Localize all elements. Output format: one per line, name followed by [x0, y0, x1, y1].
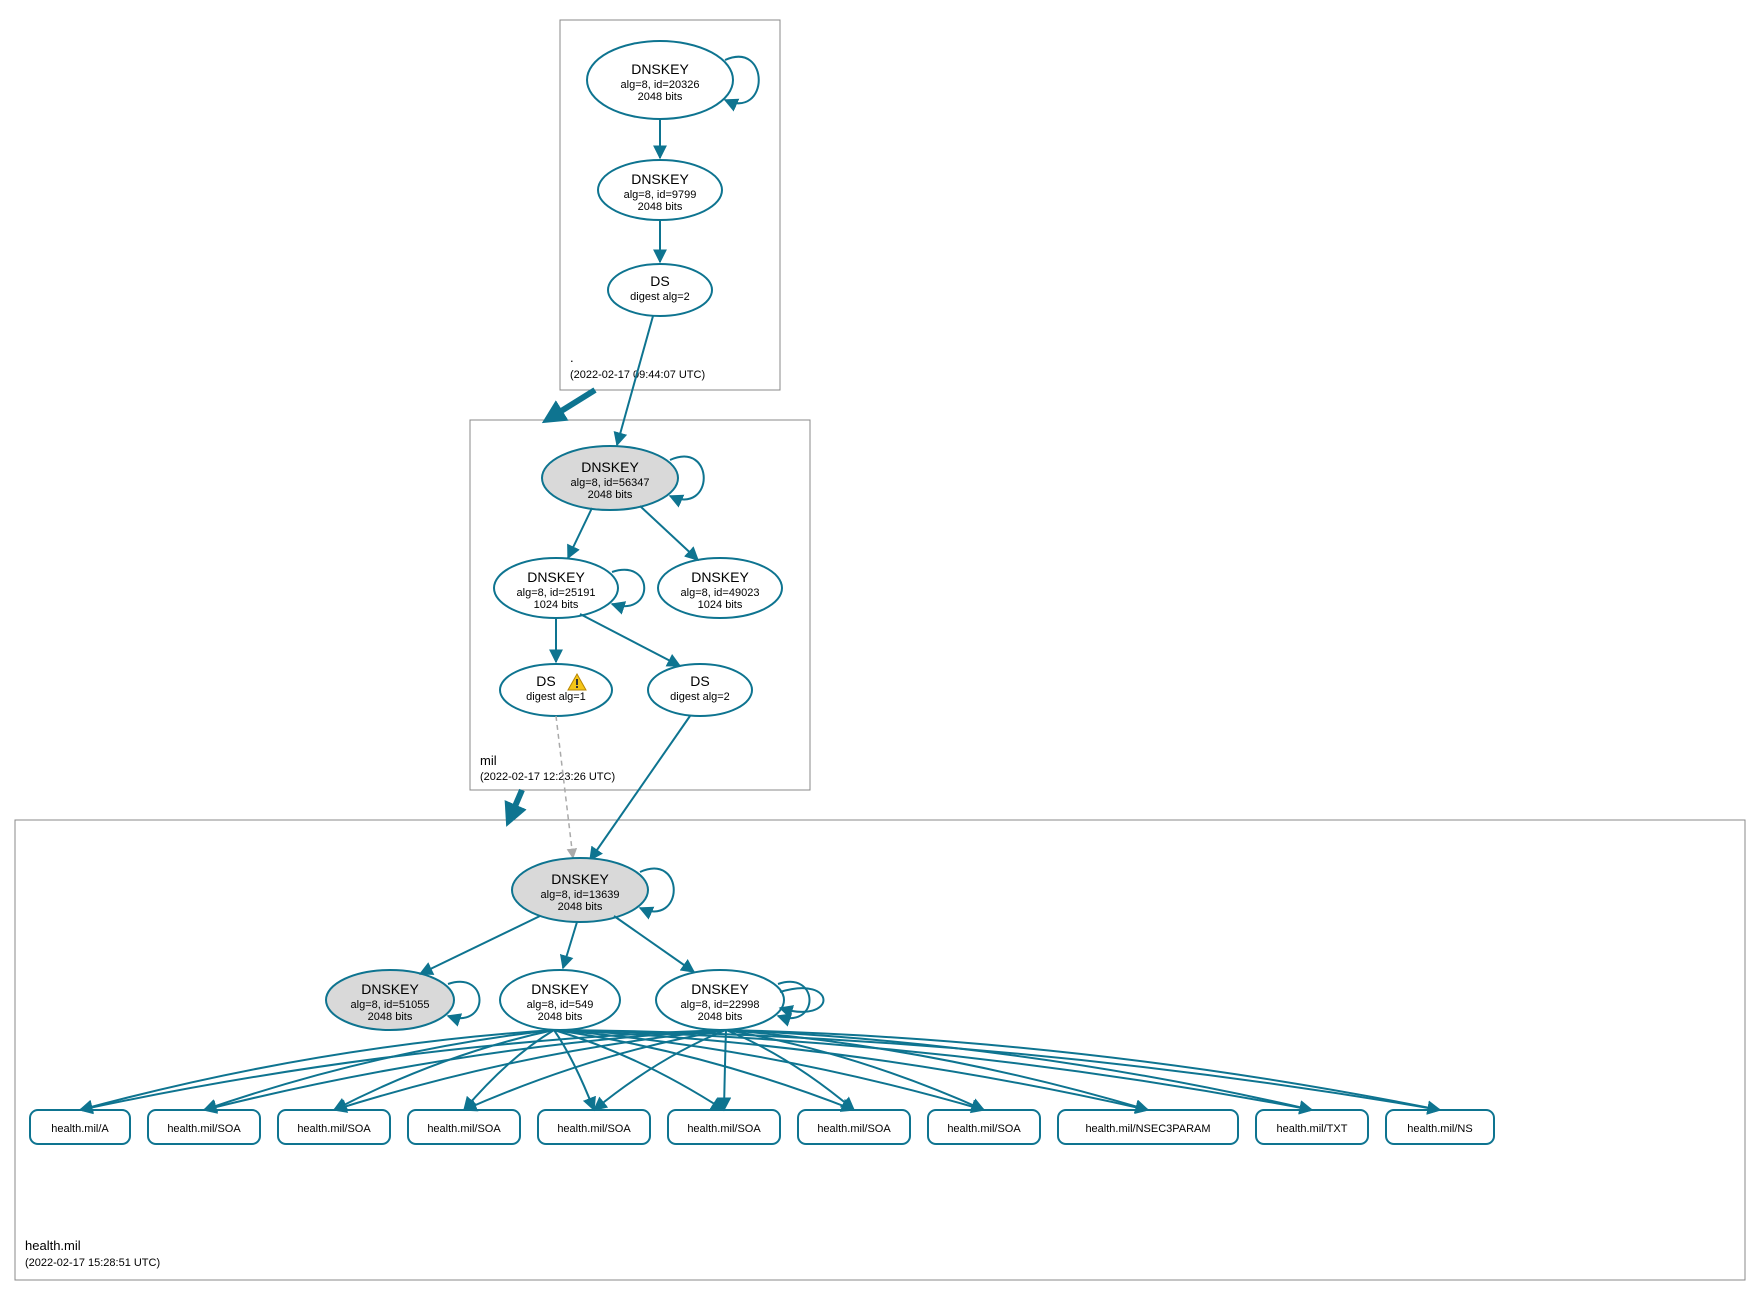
node-mil-ksk: DNSKEY alg=8, id=56347 2048 bits: [542, 446, 678, 510]
svg-text:DNSKEY: DNSKEY: [691, 569, 749, 585]
edge-mil-ds2-to-health-ksk: [590, 716, 690, 860]
svg-text:2048 bits: 2048 bits: [558, 901, 603, 913]
svg-text:DNSKEY: DNSKEY: [581, 459, 639, 475]
edge-mil-ksk-to-zsk: [568, 508, 592, 558]
svg-text:2048 bits: 2048 bits: [588, 489, 633, 501]
rrset-label-rr9: health.mil/TXT: [1277, 1123, 1348, 1135]
svg-text:DNSKEY: DNSKEY: [361, 981, 419, 997]
svg-text:2048 bits: 2048 bits: [538, 1011, 583, 1023]
rrset-label-rr7: health.mil/SOA: [947, 1123, 1021, 1135]
rrset-label-rr0: health.mil/A: [51, 1123, 109, 1135]
node-mil-ds2: DS digest alg=2: [648, 664, 752, 716]
svg-text:alg=8, id=20326: alg=8, id=20326: [621, 79, 700, 91]
svg-text:DS: DS: [536, 673, 555, 689]
edge-sign-zsk549-rr8: [554, 1030, 1148, 1110]
zone-label-root: .: [570, 350, 574, 365]
svg-text:digest alg=2: digest alg=2: [630, 291, 690, 303]
svg-text:DS: DS: [690, 673, 709, 689]
svg-text:alg=8, id=56347: alg=8, id=56347: [571, 477, 650, 489]
svg-text:DS: DS: [650, 273, 669, 289]
svg-text:digest alg=1: digest alg=1: [526, 691, 586, 703]
rrset-label-rr8: health.mil/NSEC3PARAM: [1085, 1123, 1210, 1135]
svg-text:DNSKEY: DNSKEY: [691, 981, 749, 997]
edge-zone-root-to-mil: [550, 390, 595, 418]
edge-sign-zsk549-rr7: [554, 1030, 984, 1110]
svg-text:alg=8, id=549: alg=8, id=549: [527, 999, 594, 1011]
edge-mil-ksk-to-zsk2: [640, 506, 698, 560]
edge-health-ksk-to-zsk1: [420, 916, 540, 974]
zone-label-mil: mil: [480, 753, 497, 768]
edge-mil-ds1-to-health-ksk: [556, 716, 573, 858]
svg-text:DNSKEY: DNSKEY: [527, 569, 585, 585]
svg-text:2048 bits: 2048 bits: [638, 201, 683, 213]
dnssec-graph: . (2022-02-17 09:44:07 UTC) mil (2022-02…: [0, 0, 1760, 1299]
svg-text:DNSKEY: DNSKEY: [631, 171, 689, 187]
zone-timestamp-health: (2022-02-17 15:28:51 UTC): [25, 1257, 160, 1269]
svg-text:DNSKEY: DNSKEY: [631, 61, 689, 77]
svg-text:1024 bits: 1024 bits: [534, 599, 579, 611]
edge-self-health-zsk3b: [780, 988, 824, 1012]
edge-health-ksk-to-zsk3: [614, 916, 694, 972]
node-root-ds: DS digest alg=2: [608, 264, 712, 316]
node-mil-ds1: DS digest alg=1: [500, 664, 612, 716]
node-mil-zsk2: DNSKEY alg=8, id=49023 1024 bits: [658, 558, 782, 618]
edge-zone-mil-to-health: [510, 790, 522, 818]
rrset-label-rr10: health.mil/NS: [1407, 1123, 1472, 1135]
node-health-zsk3: DNSKEY alg=8, id=22998 2048 bits: [656, 970, 784, 1030]
edge-health-ksk-to-zsk2: [563, 922, 577, 968]
rrset-label-rr6: health.mil/SOA: [817, 1123, 891, 1135]
node-health-ksk: DNSKEY alg=8, id=13639 2048 bits: [512, 858, 648, 922]
rrset-label-rr4: health.mil/SOA: [557, 1123, 631, 1135]
svg-text:1024 bits: 1024 bits: [698, 599, 743, 611]
zone-label-health: health.mil: [25, 1238, 81, 1253]
rrset-label-rr2: health.mil/SOA: [297, 1123, 371, 1135]
rrset-label-rr3: health.mil/SOA: [427, 1123, 501, 1135]
rrset-label-rr5: health.mil/SOA: [687, 1123, 761, 1135]
svg-text:alg=8, id=25191: alg=8, id=25191: [517, 587, 596, 599]
svg-text:digest alg=2: digest alg=2: [670, 691, 730, 703]
rrset-label-rr1: health.mil/SOA: [167, 1123, 241, 1135]
zone-timestamp-mil: (2022-02-17 12:23:26 UTC): [480, 771, 615, 783]
node-mil-zsk: DNSKEY alg=8, id=25191 1024 bits: [494, 558, 618, 618]
svg-text:2048 bits: 2048 bits: [638, 91, 683, 103]
svg-text:2048 bits: 2048 bits: [368, 1011, 413, 1023]
edge-mil-zsk-to-ds2: [580, 614, 680, 666]
node-health-zsk1: DNSKEY alg=8, id=51055 2048 bits: [326, 970, 454, 1030]
svg-text:alg=8, id=13639: alg=8, id=13639: [541, 889, 620, 901]
svg-text:alg=8, id=22998: alg=8, id=22998: [681, 999, 760, 1011]
svg-text:alg=8, id=49023: alg=8, id=49023: [681, 587, 760, 599]
svg-text:DNSKEY: DNSKEY: [551, 871, 609, 887]
node-health-zsk2: DNSKEY alg=8, id=549 2048 bits: [500, 970, 620, 1030]
node-root-zsk: DNSKEY alg=8, id=9799 2048 bits: [598, 160, 722, 220]
zone-box-health: [15, 820, 1745, 1280]
svg-text:2048 bits: 2048 bits: [698, 1011, 743, 1023]
svg-text:alg=8, id=9799: alg=8, id=9799: [624, 189, 697, 201]
node-root-ksk: DNSKEY alg=8, id=20326 2048 bits: [587, 41, 733, 119]
svg-text:alg=8, id=51055: alg=8, id=51055: [351, 999, 430, 1011]
svg-text:DNSKEY: DNSKEY: [531, 981, 589, 997]
